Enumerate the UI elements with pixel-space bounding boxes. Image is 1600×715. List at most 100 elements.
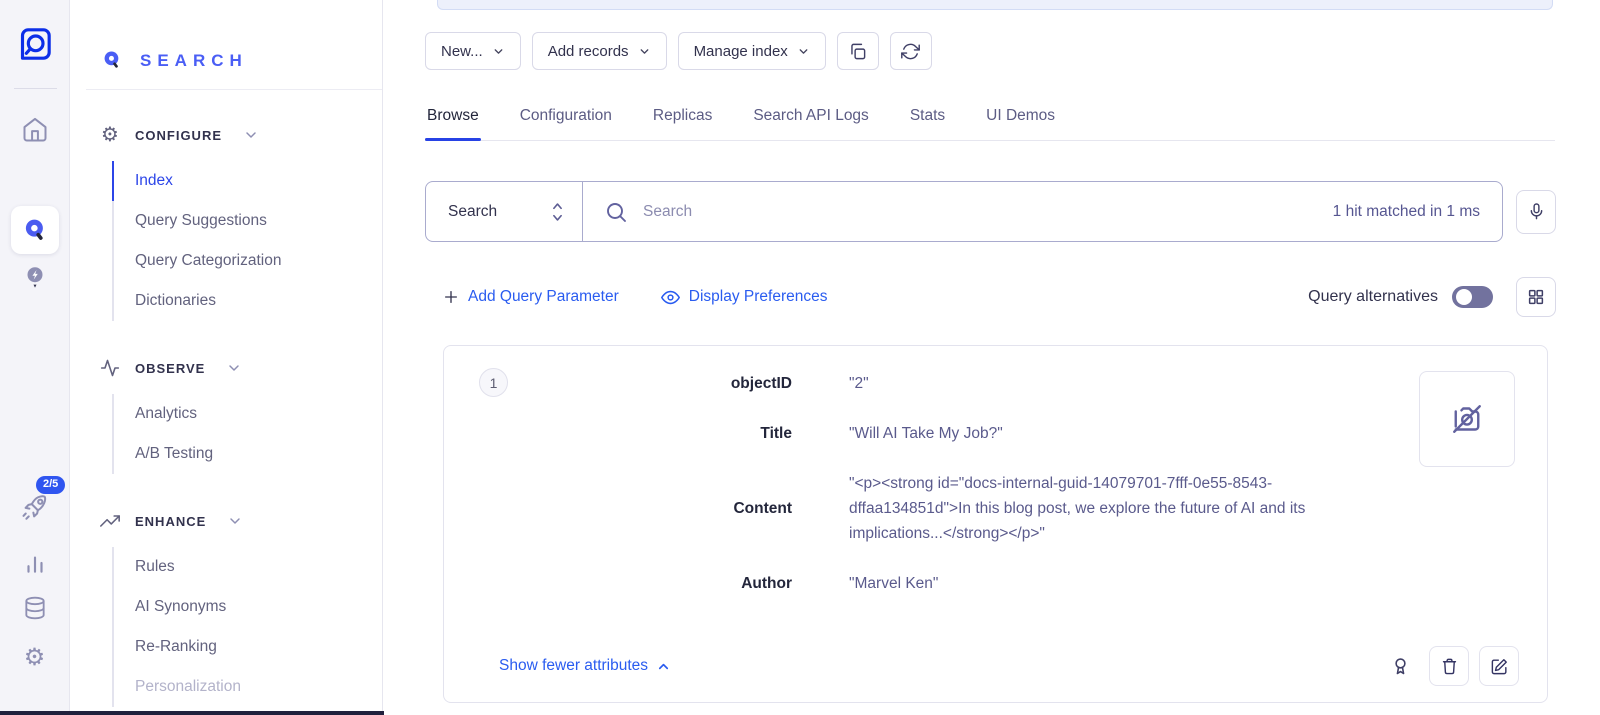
search-input[interactable] (643, 203, 1318, 221)
display-preferences-label: Display Preferences (689, 288, 828, 306)
sidebar-item-ai-synonyms[interactable]: AI Synonyms (112, 587, 382, 627)
add-query-parameter-link[interactable]: Add Query Parameter (443, 288, 619, 306)
main-content: New... Add records Manage index (383, 0, 1600, 715)
add-query-parameter-label: Add Query Parameter (468, 288, 619, 306)
attribute-row-title: Title "Will AI Take My Job?" (444, 421, 1547, 446)
tab-stats[interactable]: Stats (908, 97, 947, 140)
show-fewer-attributes-label: Show fewer attributes (499, 657, 648, 675)
item-label: Dictionaries (135, 292, 216, 310)
chevron-down-icon (227, 513, 243, 529)
item-label: Query Categorization (135, 252, 281, 270)
chevron-down-icon (243, 127, 259, 143)
search-mode-select[interactable]: Search (426, 182, 583, 241)
chevron-up-icon (656, 659, 671, 674)
sidebar-item-ab-testing[interactable]: A/B Testing (112, 434, 382, 474)
trending-up-icon (100, 511, 120, 531)
refresh-button[interactable] (890, 32, 932, 70)
item-label: Personalization (135, 678, 241, 696)
database-icon[interactable] (22, 594, 48, 622)
voice-search-button[interactable] (1516, 190, 1556, 234)
section-observe-header[interactable]: OBSERVE (100, 358, 382, 378)
tab-search-api-logs[interactable]: Search API Logs (751, 97, 870, 140)
ranking-info-button[interactable] (1390, 656, 1411, 677)
home-icon[interactable] (21, 116, 49, 144)
item-label: Re-Ranking (135, 638, 217, 656)
settings-gear-icon[interactable]: ⚙ (24, 646, 46, 670)
item-label: Query Suggestions (135, 212, 267, 230)
sidebar-item-index[interactable]: Index (112, 161, 382, 201)
search-row: Search 1 hit matched in 1 ms (425, 181, 1556, 242)
query-controls-left: Add Query Parameter Display Preferences (443, 288, 827, 307)
query-controls-row: Add Query Parameter Display Preferences … (425, 277, 1556, 317)
copy-button[interactable] (837, 32, 879, 70)
section-observe: OBSERVE Analytics A/B Testing (100, 358, 382, 474)
section-enhance-header[interactable]: ENHANCE (100, 511, 382, 531)
sidebar-item-analytics[interactable]: Analytics (112, 394, 382, 434)
algolia-logo-icon[interactable] (15, 24, 55, 64)
sidebar-item-query-suggestions[interactable]: Query Suggestions (112, 201, 382, 241)
manage-index-dropdown-button[interactable]: Manage index (678, 32, 826, 70)
sidebar-item-personalization[interactable]: Personalization (112, 667, 382, 707)
query-alternatives-label: Query alternatives (1308, 288, 1438, 306)
query-alternatives-toggle[interactable] (1452, 286, 1493, 308)
record-image-placeholder (1419, 371, 1515, 467)
tab-configuration[interactable]: Configuration (518, 97, 614, 140)
item-label: Index (135, 172, 173, 190)
layout-grid-button[interactable] (1516, 277, 1556, 317)
refresh-icon (901, 42, 920, 61)
sidebar-item-dictionaries[interactable]: Dictionaries (112, 281, 382, 321)
edit-icon (1490, 657, 1509, 676)
sidebar-item-rules[interactable]: Rules (112, 547, 382, 587)
section-label: CONFIGURE (135, 128, 222, 143)
sidebar-item-re-ranking[interactable]: Re-Ranking (112, 627, 382, 667)
tab-ui-demos[interactable]: UI Demos (984, 97, 1057, 140)
chevron-down-icon (638, 45, 651, 58)
item-label: Rules (135, 558, 175, 576)
search-icon (604, 200, 628, 224)
attribute-value: "2" (849, 371, 869, 396)
attribute-value: "Marvel Ken" (849, 571, 938, 596)
sidebar-divider (86, 89, 382, 90)
show-fewer-attributes-link[interactable]: Show fewer attributes (499, 657, 671, 675)
sidebar-item-query-categorization[interactable]: Query Categorization (112, 241, 382, 281)
sidebar-header: SEARCH (100, 0, 382, 88)
grid-icon (1527, 288, 1545, 306)
attribute-row-content: Content "<p><strong id="docs-internal-gu… (444, 471, 1547, 546)
new-dropdown-button[interactable]: New... (425, 32, 521, 70)
search-stats: 1 hit matched in 1 ms (1333, 203, 1480, 221)
tab-replicas[interactable]: Replicas (651, 97, 714, 140)
delete-record-button[interactable] (1429, 646, 1469, 686)
query-controls-right: Query alternatives (1308, 277, 1556, 317)
section-label: OBSERVE (135, 361, 205, 376)
attribute-row-author: Author "Marvel Ken" (444, 571, 1547, 596)
index-banner-edge (437, 0, 1553, 10)
chevron-down-icon (797, 45, 810, 58)
attribute-row-objectid: objectID "2" (444, 371, 1547, 396)
edit-record-button[interactable] (1479, 646, 1519, 686)
tab-browse[interactable]: Browse (425, 97, 481, 140)
attribute-label: Content (444, 496, 792, 521)
result-attributes: objectID "2" Title "Will AI Take My Job?… (444, 346, 1547, 596)
rocket-icon[interactable] (20, 492, 50, 522)
section-configure-header[interactable]: ⚙ CONFIGURE (100, 125, 382, 145)
display-preferences-link[interactable]: Display Preferences (661, 288, 828, 307)
search-input-area: 1 hit matched in 1 ms (583, 182, 1502, 241)
search-sidebar: SEARCH ⚙ CONFIGURE Index Query Suggestio… (70, 0, 383, 715)
analytics-bars-icon[interactable] (22, 550, 48, 576)
manage-index-label: Manage index (694, 43, 788, 60)
trash-icon (1440, 657, 1459, 676)
search-magnifier-icon (100, 48, 125, 73)
recommend-icon[interactable] (22, 264, 48, 294)
algolia-dashboard: 2/5 ⚙ (0, 0, 1600, 715)
add-records-dropdown-button[interactable]: Add records (532, 32, 667, 70)
section-label: ENHANCE (135, 514, 206, 529)
attribute-label: Title (444, 421, 792, 446)
attribute-label: Author (444, 571, 792, 596)
record-actions (1390, 646, 1519, 686)
item-label: AI Synonyms (135, 598, 226, 616)
search-mode-value: Search (448, 203, 497, 221)
chevron-down-icon (226, 360, 242, 376)
section-configure: ⚙ CONFIGURE Index Query Suggestions Quer… (100, 125, 382, 321)
new-dropdown-label: New... (441, 43, 483, 60)
sidebar-item-search-active[interactable] (11, 206, 59, 254)
